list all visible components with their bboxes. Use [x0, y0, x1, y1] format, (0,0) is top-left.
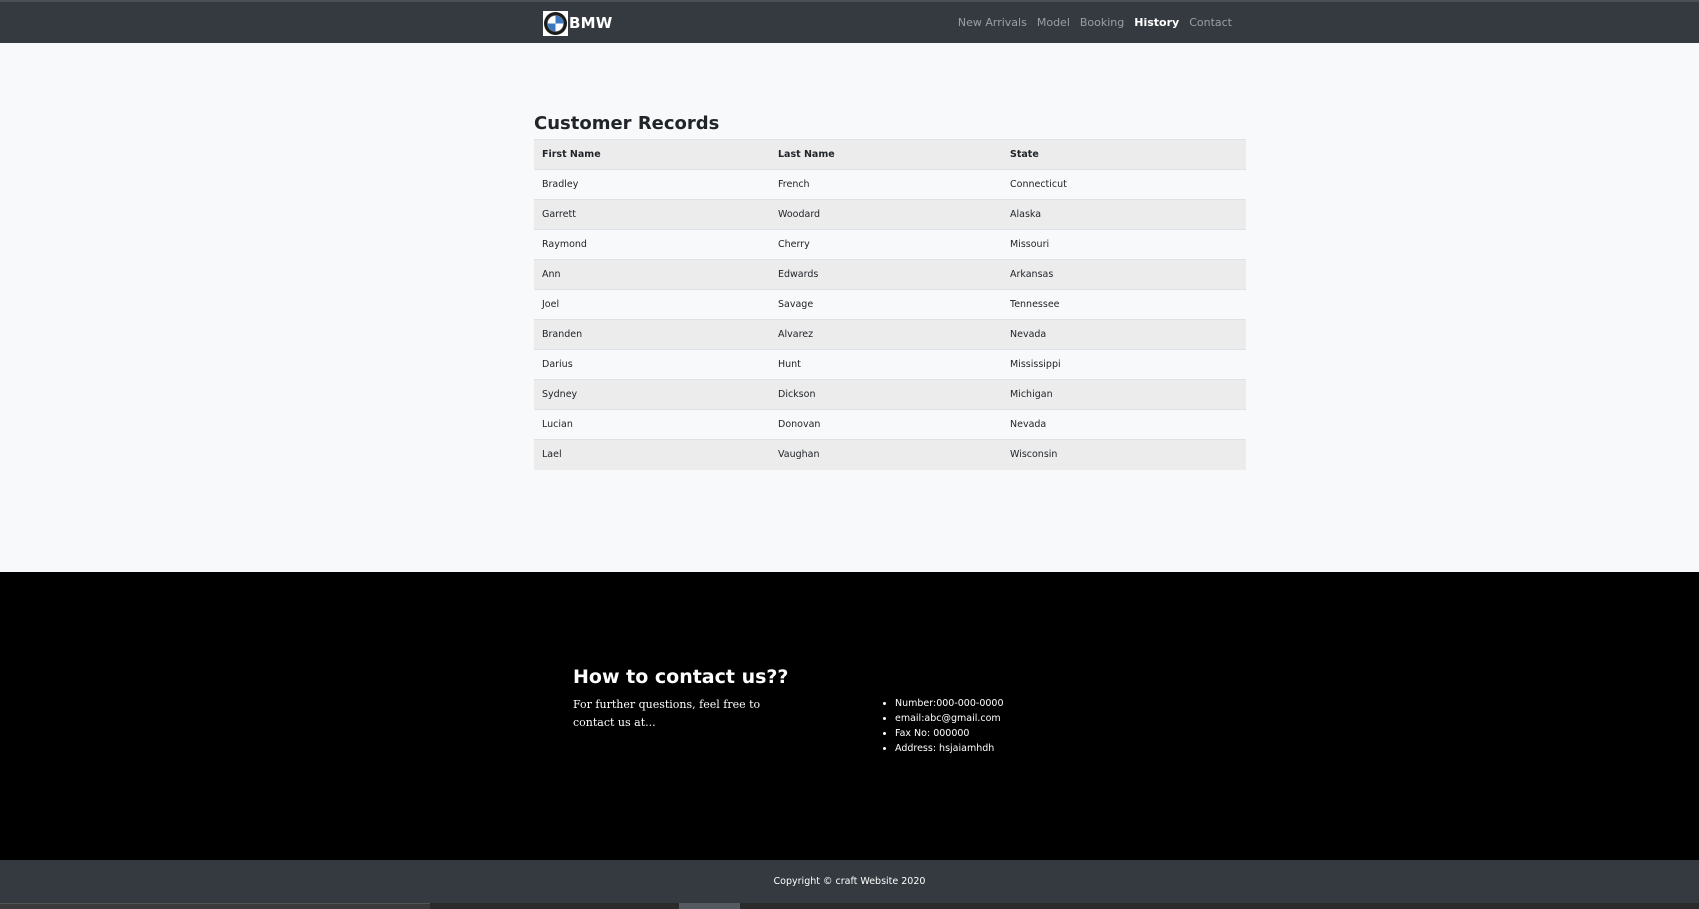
- cell-first-name: Lael: [534, 439, 770, 470]
- cell-last-name: Cherry: [770, 229, 1002, 260]
- brand-link[interactable]: BMW: [543, 9, 613, 37]
- table-row: Lael Vaughan Wisconsin: [534, 439, 1246, 470]
- table-row: Darius Hunt Mississippi: [534, 349, 1246, 380]
- cell-last-name: Alvarez: [770, 319, 1002, 350]
- cell-state: Arkansas: [1002, 259, 1246, 290]
- contact-address: Address: hsjaiamhdh: [895, 741, 1004, 756]
- table-header-row: First Name Last Name State: [534, 139, 1246, 170]
- cell-last-name: Dickson: [770, 379, 1002, 410]
- cell-state: Connecticut: [1002, 169, 1246, 200]
- table-row: Garrett Woodard Alaska: [534, 199, 1246, 230]
- brand-name: BMW: [569, 14, 613, 32]
- copyright-bar: Copyright © craft Website 2020: [0, 860, 1699, 903]
- cell-first-name: Bradley: [534, 169, 770, 200]
- table-row: Raymond Cherry Missouri: [534, 229, 1246, 260]
- cell-state: Tennessee: [1002, 289, 1246, 320]
- contact-heading: How to contact us??: [573, 666, 789, 688]
- cell-first-name: Darius: [534, 349, 770, 380]
- cell-last-name: Woodard: [770, 199, 1002, 230]
- copyright-text: Copyright © craft Website 2020: [773, 876, 926, 887]
- table-row: Joel Savage Tennessee: [534, 289, 1246, 320]
- bmw-roundel-icon: [543, 10, 568, 36]
- nav-menu: New Arrivals Model Booking History Conta…: [948, 2, 1232, 43]
- cell-last-name: French: [770, 169, 1002, 200]
- cell-first-name: Sydney: [534, 379, 770, 410]
- contact-phone: Number:000-000-0000: [895, 696, 1004, 711]
- nav-contact[interactable]: Contact: [1189, 16, 1232, 29]
- top-navbar: BMW New Arrivals Model Booking History C…: [0, 0, 1699, 43]
- table-row: Ann Edwards Arkansas: [534, 259, 1246, 290]
- column-header-first-name: First Name: [534, 139, 770, 170]
- table-row: Sydney Dickson Michigan: [534, 379, 1246, 410]
- cell-state: Alaska: [1002, 199, 1246, 230]
- cell-state: Wisconsin: [1002, 439, 1246, 470]
- cell-state: Missouri: [1002, 229, 1246, 260]
- contact-details-list: Number:000-000-0000 email:abc@gmail.com …: [880, 696, 1004, 756]
- customer-records-section: Customer Records First Name Last Name St…: [534, 112, 1246, 470]
- table-row: Lucian Donovan Nevada: [534, 409, 1246, 440]
- contact-description: For further questions, feel free to cont…: [573, 698, 761, 729]
- nav-history[interactable]: History: [1134, 16, 1179, 29]
- cell-first-name: Joel: [534, 289, 770, 320]
- nav-booking[interactable]: Booking: [1080, 16, 1124, 29]
- scrollbar-thumb[interactable]: [679, 903, 740, 909]
- cell-last-name: Donovan: [770, 409, 1002, 440]
- cell-last-name: Vaughan: [770, 439, 1002, 470]
- column-header-state: State: [1002, 139, 1246, 170]
- nav-model[interactable]: Model: [1037, 16, 1070, 29]
- cell-state: Michigan: [1002, 379, 1246, 410]
- contact-fax: Fax No: 000000: [895, 726, 1004, 741]
- cell-first-name: Lucian: [534, 409, 770, 440]
- column-header-last-name: Last Name: [770, 139, 1002, 170]
- nav-new-arrivals[interactable]: New Arrivals: [958, 16, 1027, 29]
- cell-last-name: Edwards: [770, 259, 1002, 290]
- cell-state: Nevada: [1002, 319, 1246, 350]
- cell-state: Mississippi: [1002, 349, 1246, 380]
- contact-footer: How to contact us?? For further question…: [0, 572, 1699, 860]
- contact-email: email:abc@gmail.com: [895, 711, 1004, 726]
- scrollbar-track[interactable]: [0, 903, 430, 909]
- cell-last-name: Savage: [770, 289, 1002, 320]
- cell-first-name: Garrett: [534, 199, 770, 230]
- cell-first-name: Ann: [534, 259, 770, 290]
- customer-records-table: First Name Last Name State Bradley Frenc…: [534, 139, 1246, 470]
- page-title: Customer Records: [534, 113, 720, 134]
- cell-last-name: Hunt: [770, 349, 1002, 380]
- table-row: Branden Alvarez Nevada: [534, 319, 1246, 350]
- cell-first-name: Branden: [534, 319, 770, 350]
- cell-first-name: Raymond: [534, 229, 770, 260]
- horizontal-scrollbar[interactable]: [0, 903, 1699, 909]
- cell-state: Nevada: [1002, 409, 1246, 440]
- table-row: Bradley French Connecticut: [534, 169, 1246, 200]
